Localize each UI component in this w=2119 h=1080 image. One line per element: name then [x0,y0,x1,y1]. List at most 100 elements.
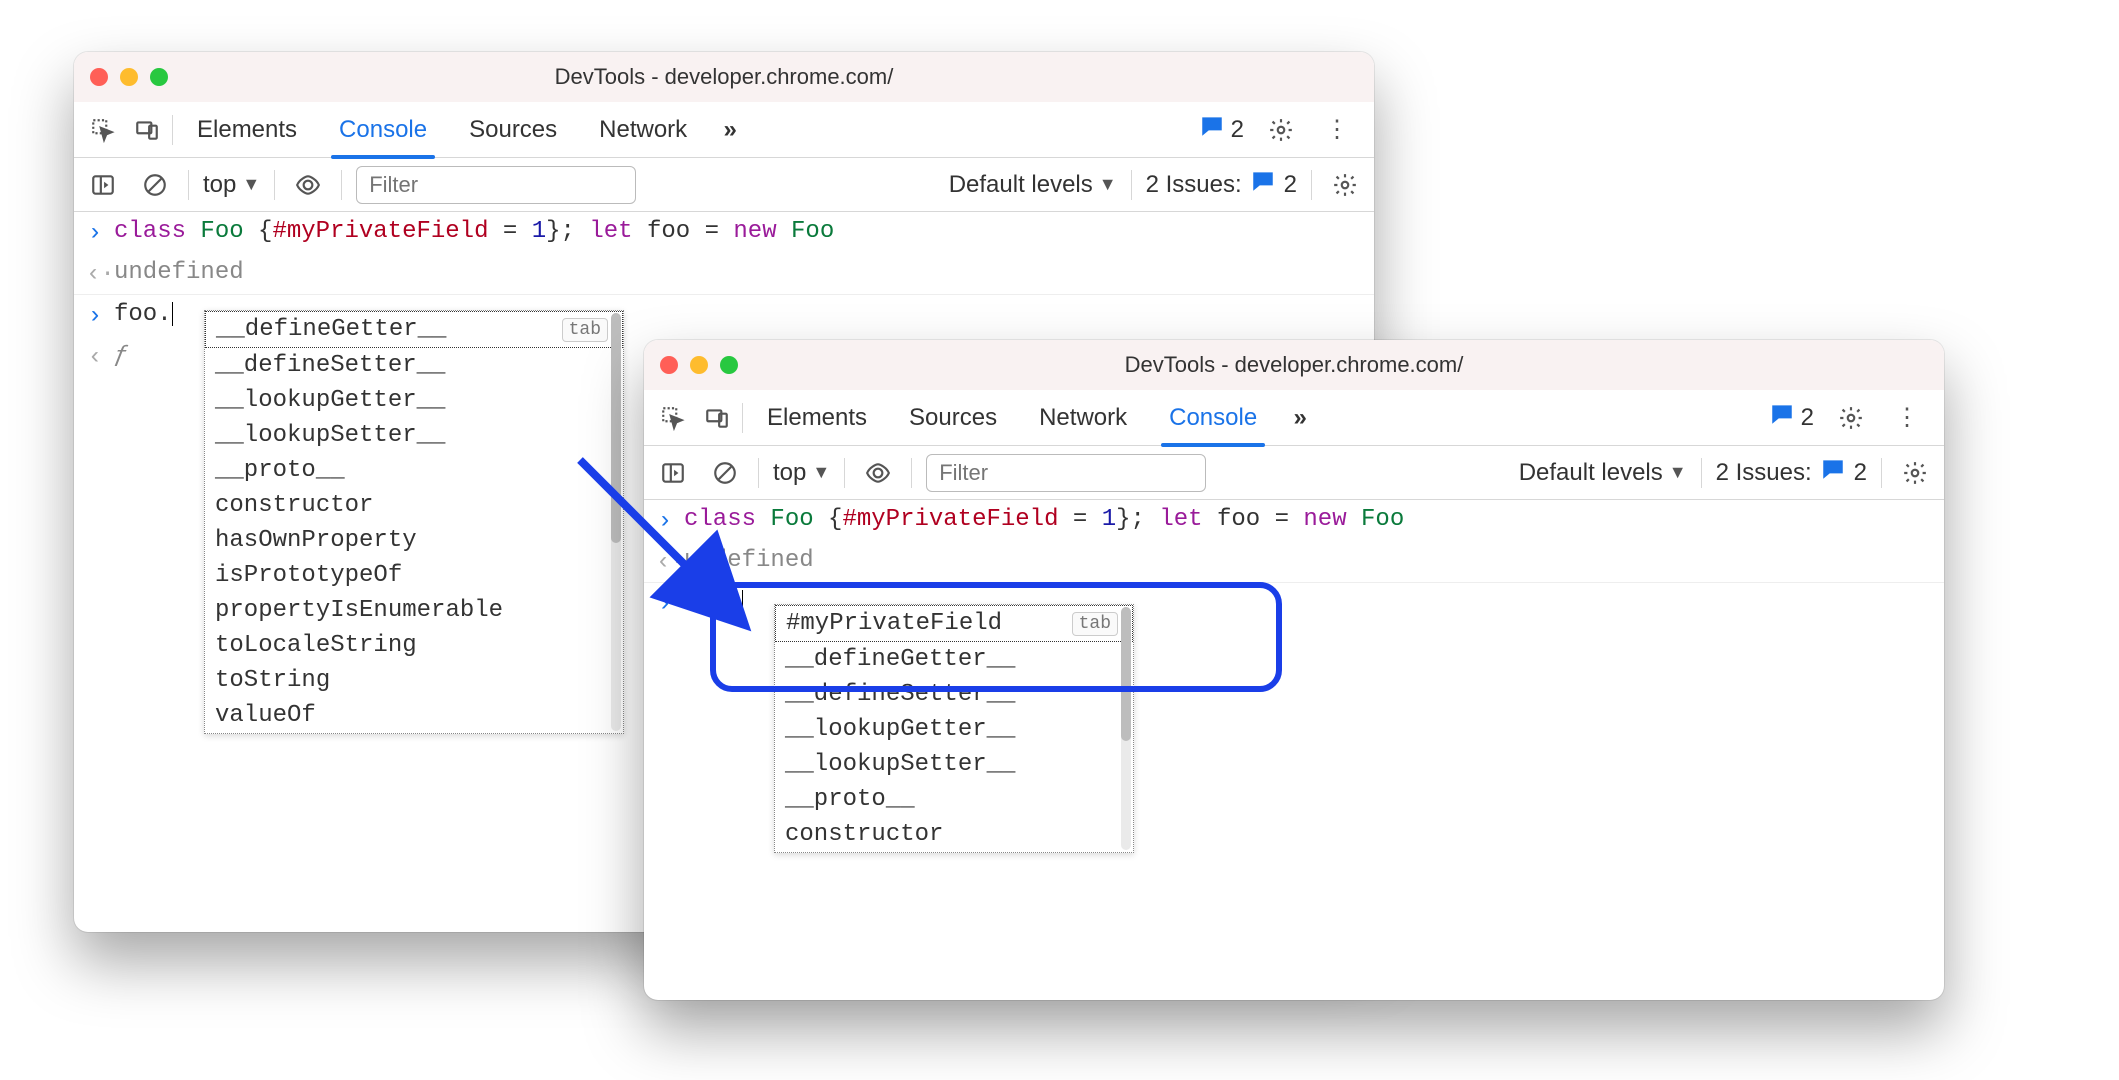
autocomplete-item[interactable]: valueOf [205,698,623,733]
console-settings-icon[interactable] [1326,166,1364,204]
console-result: ‹· undefined [644,541,1944,583]
log-levels-label: Default levels [949,171,1093,199]
input-chevron-icon: › [86,220,104,247]
separator [1881,458,1882,488]
autocomplete-item[interactable]: __proto__ [205,453,623,488]
tab-console[interactable]: Console [1151,390,1275,446]
filter-input[interactable] [356,166,636,204]
device-mode-icon[interactable] [128,111,166,149]
output-chevron-icon: ‹· [656,549,674,576]
console-input-text[interactable]: foo. [684,589,743,616]
issues-label: 2 Issues: [1146,171,1242,199]
autocomplete-item-label: #myPrivateField [786,610,1002,637]
issues-summary[interactable]: 2 Issues: 2 [1146,168,1297,201]
tab-elements[interactable]: Elements [749,390,885,446]
autocomplete-item[interactable]: __defineSetter__ [775,677,1133,712]
autocomplete-popup[interactable]: __defineGetter__ tab __defineSetter__ __… [204,310,624,734]
window-title: DevTools - developer.chrome.com/ [644,352,1944,378]
autocomplete-item[interactable]: __defineSetter__ [205,348,623,383]
settings-icon[interactable] [1832,399,1870,437]
autocomplete-item[interactable]: __lookupSetter__ [205,418,623,453]
filter-input[interactable] [926,454,1206,492]
issues-count: 2 [1284,171,1297,199]
kebab-menu-icon[interactable]: ⋮ [1318,111,1356,149]
more-tabs-icon[interactable]: » [711,111,749,149]
autocomplete-item[interactable]: toLocaleString [205,628,623,663]
separator [172,115,173,145]
autocomplete-item[interactable]: __defineGetter__ [775,642,1133,677]
scrollbar-thumb[interactable] [1121,607,1131,741]
autocomplete-item[interactable]: __lookupSetter__ [775,747,1133,782]
live-expression-icon[interactable] [859,454,897,492]
zoom-dot[interactable] [150,68,168,86]
sidebar-toggle-icon[interactable] [84,166,122,204]
tabs-bar: Elements Sources Network Console » 2 ⋮ [644,390,1944,446]
autocomplete-item[interactable]: __proto__ [775,782,1133,817]
log-levels-selector[interactable]: Default levels ▼ [1519,459,1687,487]
tab-sources[interactable]: Sources [891,390,1015,446]
sidebar-toggle-icon[interactable] [654,454,692,492]
tab-hint: tab [562,318,608,342]
autocomplete-item-selected[interactable]: __defineGetter__ tab [205,311,623,348]
minimize-dot[interactable] [120,68,138,86]
console-toolbar: top ▼ Default levels ▼ 2 Issues: 2 [644,446,1944,500]
function-preview: ƒ [114,342,128,369]
input-chevron-icon: › [86,303,104,330]
message-icon [1769,401,1795,434]
issues-badge[interactable]: 2 [1769,401,1814,434]
autocomplete-item[interactable]: isPrototypeOf [205,558,623,593]
tab-network[interactable]: Network [581,102,705,158]
issues-summary[interactable]: 2 Issues: 2 [1716,456,1867,489]
traffic-lights [90,68,168,86]
scrollbar[interactable] [1121,607,1131,850]
clear-console-icon[interactable] [136,166,174,204]
autocomplete-popup[interactable]: #myPrivateField tab __defineGetter__ __d… [774,604,1134,853]
autocomplete-item[interactable]: constructor [205,488,623,523]
output-chevron-icon: ‹ [86,344,104,371]
device-mode-icon[interactable] [698,399,736,437]
tab-network[interactable]: Network [1021,390,1145,446]
inspect-icon[interactable] [84,111,122,149]
tab-sources[interactable]: Sources [451,102,575,158]
autocomplete-item-selected[interactable]: #myPrivateField tab [775,605,1133,642]
clear-console-icon[interactable] [706,454,744,492]
chevron-down-icon: ▼ [1669,462,1687,483]
live-expression-icon[interactable] [289,166,327,204]
issues-label: 2 Issues: [1716,459,1812,487]
tab-elements[interactable]: Elements [179,102,315,158]
console-entry: › class Foo {#myPrivateField = 1}; let f… [74,212,1374,253]
scrollbar[interactable] [611,313,621,731]
autocomplete-item[interactable]: propertyIsEnumerable [205,593,623,628]
chevron-down-icon: ▼ [812,462,830,483]
separator [758,458,759,488]
context-selector[interactable]: top ▼ [773,459,830,487]
context-selector[interactable]: top ▼ [203,171,260,199]
result-value: undefined [114,259,244,286]
message-icon [1250,168,1276,201]
chevron-down-icon: ▼ [1099,174,1117,195]
log-levels-label: Default levels [1519,459,1663,487]
close-dot[interactable] [90,68,108,86]
autocomplete-item[interactable]: constructor [775,817,1133,852]
autocomplete-item[interactable]: __lookupGetter__ [775,712,1133,747]
inspect-icon[interactable] [654,399,692,437]
settings-icon[interactable] [1262,111,1300,149]
autocomplete-item[interactable]: hasOwnProperty [205,523,623,558]
autocomplete-item[interactable]: toString [205,663,623,698]
tab-console[interactable]: Console [321,102,445,158]
zoom-dot[interactable] [720,356,738,374]
close-dot[interactable] [660,356,678,374]
separator [911,458,912,488]
window-title: DevTools - developer.chrome.com/ [74,64,1374,90]
autocomplete-item[interactable]: __lookupGetter__ [205,383,623,418]
kebab-menu-icon[interactable]: ⋮ [1888,399,1926,437]
console-input-text[interactable]: foo. [114,301,173,328]
issues-badge[interactable]: 2 [1199,113,1244,146]
log-levels-selector[interactable]: Default levels ▼ [949,171,1117,199]
more-tabs-icon[interactable]: » [1281,399,1319,437]
scrollbar-thumb[interactable] [611,313,621,543]
separator [341,170,342,200]
minimize-dot[interactable] [690,356,708,374]
console-settings-icon[interactable] [1896,454,1934,492]
separator [1131,170,1132,200]
